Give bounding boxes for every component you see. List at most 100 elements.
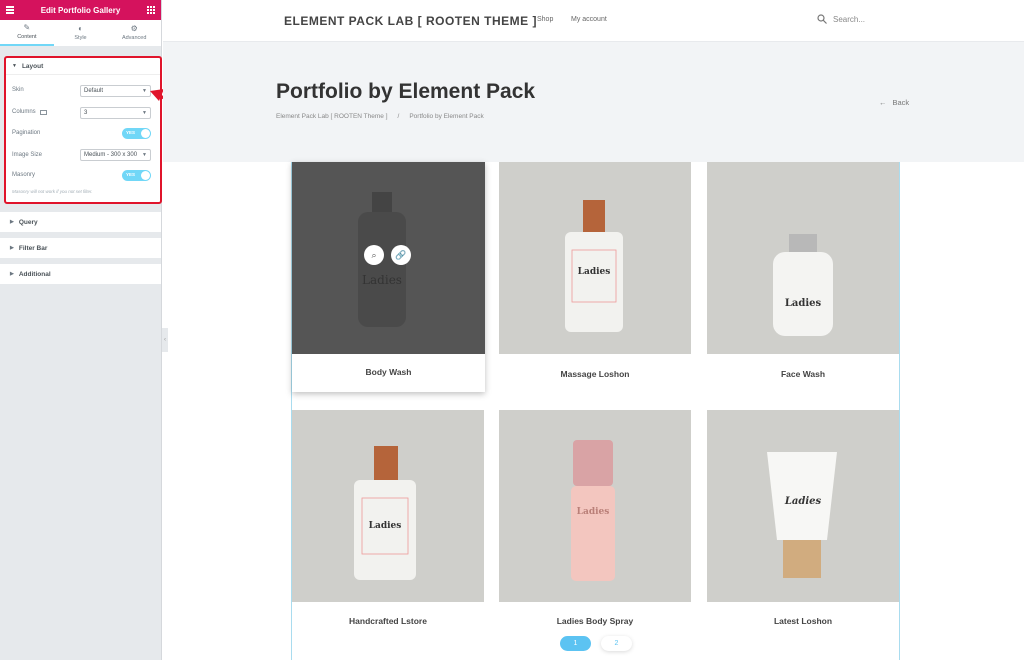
- pagination-toggle[interactable]: YES: [122, 128, 151, 139]
- masonry-toggle-text: YES: [126, 172, 136, 177]
- back-label: Back: [892, 98, 910, 107]
- portfolio-item[interactable]: Ladies Ladies Body Spray: [499, 410, 691, 635]
- bottle-image: Ladies: [358, 192, 406, 327]
- breadcrumb-separator: /: [397, 113, 400, 120]
- chevron-down-icon: ▼: [142, 152, 147, 158]
- pagination-label: Pagination: [12, 130, 41, 136]
- nav-my-account[interactable]: My account: [571, 16, 607, 23]
- tab-content-label: Content: [17, 34, 37, 40]
- widgets-grid-icon[interactable]: [146, 6, 155, 14]
- product-image: Ladies: [707, 410, 899, 602]
- product-label: Ladies: [577, 507, 610, 517]
- product-image: Ladies: [707, 162, 899, 354]
- section-layout-header[interactable]: ▼ Layout: [6, 58, 160, 75]
- caret-down-icon: ▼: [12, 63, 17, 69]
- panel-collapse-handle[interactable]: ‹: [162, 328, 168, 352]
- item-title[interactable]: Ladies Body Spray: [499, 616, 691, 626]
- menu-icon[interactable]: [6, 6, 14, 14]
- page-title: Portfolio by Element Pack: [276, 80, 536, 103]
- section-query-label: Query: [18, 218, 38, 226]
- masonry-label: Masonry: [12, 172, 36, 178]
- bottle-image: Ladies: [354, 446, 416, 580]
- portfolio-item[interactable]: Ladies Massage Loshon: [499, 162, 691, 392]
- search-placeholder: Search...: [833, 14, 866, 24]
- image-size-select[interactable]: Medium - 300 x 300 ▼: [80, 149, 151, 161]
- skin-select[interactable]: Default ▼: [80, 85, 151, 97]
- page-hero: Portfolio by Element Pack Element Pack L…: [163, 42, 1024, 162]
- columns-select[interactable]: 3 ▼: [80, 107, 151, 119]
- pencil-icon: ✎: [23, 23, 31, 32]
- site-header: ELEMENT PACK LAB [ ROOTEN THEME ] Shop M…: [163, 0, 1024, 42]
- tab-advanced[interactable]: ⚙ Advanced: [107, 20, 161, 46]
- tab-content[interactable]: ✎ Content: [0, 20, 54, 46]
- breadcrumb-current: Portfolio by Element Pack: [409, 113, 484, 120]
- arrow-left-icon: ←: [879, 98, 887, 107]
- item-title[interactable]: Massage Loshon: [499, 369, 691, 379]
- product-label: Ladies: [785, 298, 822, 309]
- pagination: 1 2: [560, 636, 632, 651]
- toggle-knob: [141, 171, 150, 180]
- caret-right-icon: ▶: [10, 245, 14, 251]
- contrast-icon: ◐: [78, 24, 83, 33]
- section-query[interactable]: ▶ Query: [0, 212, 161, 232]
- masonry-note: Masonry will not work if you not set fil…: [12, 189, 93, 194]
- search-icon: [817, 14, 827, 24]
- tab-style[interactable]: ◐ Style: [54, 20, 108, 46]
- tab-advanced-label: Advanced: [121, 35, 147, 41]
- gear-icon: ⚙: [130, 24, 138, 33]
- item-title[interactable]: Face Wash: [707, 369, 899, 379]
- chevron-down-icon: ▼: [142, 88, 147, 94]
- section-layout-label: Layout: [21, 62, 44, 70]
- search-box[interactable]: Search...: [817, 14, 865, 24]
- chevron-left-icon: ‹: [164, 337, 166, 343]
- tab-style-label: Style: [74, 35, 87, 41]
- section-filter-bar[interactable]: ▶ Filter Bar: [0, 238, 161, 258]
- masonry-toggle[interactable]: YES: [122, 170, 151, 181]
- section-additional[interactable]: ▶ Additional: [0, 264, 161, 284]
- product-image: Ladies: [499, 162, 691, 354]
- panel-header: Edit Portfolio Gallery: [0, 0, 161, 20]
- item-title[interactable]: Handcrafted Lstore: [292, 616, 484, 626]
- bottle-image: Ladies: [773, 234, 833, 336]
- bottle-image: Ladies: [571, 440, 615, 581]
- breadcrumb: Element Pack Lab [ ROOTEN Theme ] / Port…: [276, 113, 484, 120]
- site-brand[interactable]: ELEMENT PACK LAB [ ROOTEN THEME ]: [284, 14, 537, 28]
- portfolio-item[interactable]: Ladies Face Wash: [707, 162, 899, 392]
- portfolio-item[interactable]: Ladies Latest Loshon: [707, 410, 899, 635]
- product-label: Ladies: [784, 496, 822, 507]
- caret-right-icon: ▶: [10, 271, 14, 277]
- columns-label: Columns: [12, 109, 47, 115]
- item-title[interactable]: Latest Loshon: [707, 616, 899, 626]
- panel-tabs: ✎ Content ◐ Style ⚙ Advanced: [0, 20, 161, 47]
- back-link[interactable]: ← Back: [879, 98, 909, 107]
- portfolio-item[interactable]: Ladies ⌕ 🔗 Body Wash: [292, 162, 485, 392]
- product-image: Ladies: [292, 410, 484, 602]
- breadcrumb-home[interactable]: Element Pack Lab [ ROOTEN Theme ]: [276, 113, 388, 120]
- image-size-label: Image Size: [12, 152, 43, 158]
- panel-title: Edit Portfolio Gallery: [40, 5, 121, 15]
- skin-value: Default: [84, 88, 104, 94]
- product-image: Ladies ⌕ 🔗: [292, 162, 485, 354]
- pagination-toggle-text: YES: [126, 130, 136, 135]
- portfolio-item[interactable]: Ladies Handcrafted Lstore: [292, 410, 484, 635]
- desktop-icon[interactable]: [39, 109, 47, 115]
- columns-value: 3: [84, 110, 88, 116]
- image-size-value: Medium - 300 x 300: [84, 152, 138, 158]
- page-2-button[interactable]: 2: [601, 636, 632, 651]
- product-label: Ladies: [362, 273, 402, 287]
- product-label: Ladies: [369, 521, 402, 531]
- skin-label: Skin: [12, 87, 24, 93]
- columns-label-text: Columns: [12, 109, 36, 115]
- product-image: Ladies: [499, 410, 691, 602]
- link-icon[interactable]: 🔗: [391, 245, 411, 265]
- search-icon[interactable]: ⌕: [364, 245, 384, 265]
- item-title[interactable]: Body Wash: [292, 367, 485, 377]
- chevron-down-icon: ▼: [142, 110, 147, 116]
- product-label: Ladies: [578, 267, 611, 277]
- caret-right-icon: ▶: [10, 219, 14, 225]
- nav-shop[interactable]: Shop: [537, 16, 553, 23]
- tube-image: Ladies: [767, 452, 837, 578]
- page-1-button[interactable]: 1: [560, 636, 591, 651]
- section-filter-bar-label: Filter Bar: [18, 244, 48, 252]
- layout-section: ▼ Layout Skin Default ▼ Columns 3 ▼ Paginat…: [4, 56, 162, 204]
